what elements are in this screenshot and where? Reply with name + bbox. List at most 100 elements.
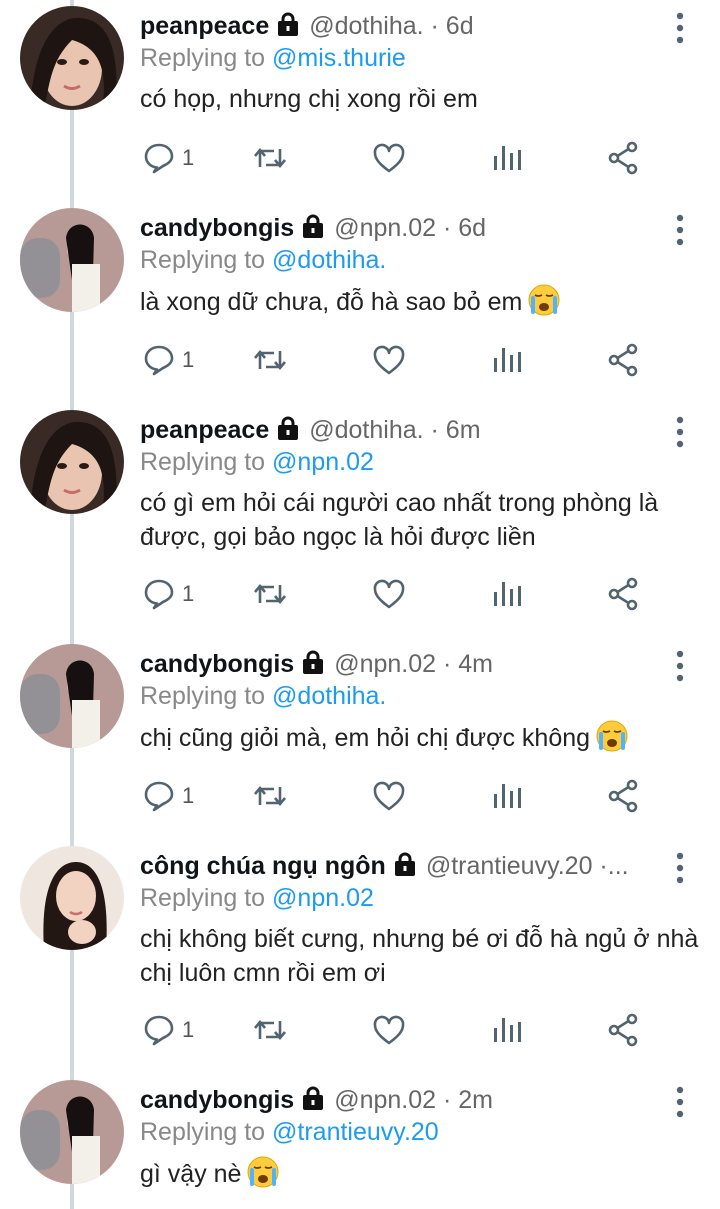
share-button[interactable] [606, 340, 640, 380]
like-button[interactable] [372, 340, 406, 380]
more-vertical-icon[interactable] [674, 214, 686, 246]
analytics-icon [492, 141, 522, 175]
replying-to: Replying to @trantieuvy.20 [140, 1112, 439, 1152]
retweet-button[interactable] [252, 340, 288, 380]
display-name[interactable]: peanpeace [140, 416, 269, 444]
retweet-icon [252, 1013, 288, 1047]
avatar[interactable] [20, 1080, 124, 1184]
display-name[interactable]: candybongis [140, 1086, 294, 1114]
reply-button[interactable]: 1 [142, 776, 194, 816]
tweet-text-content: gì vậy nè [140, 1160, 242, 1188]
share-button[interactable] [606, 1010, 640, 1050]
replying-to: Replying to @npn.02 [140, 442, 374, 482]
reply-tweet[interactable]: candybongis @npn.02 · 4m Replying to @doth… [0, 638, 720, 840]
replying-to-handle-link[interactable]: @npn.02 [272, 448, 374, 476]
share-button[interactable] [606, 574, 640, 614]
analytics-button[interactable] [492, 574, 522, 614]
retweet-button[interactable] [252, 1010, 288, 1050]
display-name[interactable]: peanpeace [140, 12, 269, 40]
like-icon [372, 779, 406, 813]
tweet-text: chị cũng giỏi mà, em hỏi chị được không [140, 720, 700, 761]
more-vertical-icon[interactable] [674, 650, 686, 682]
display-name[interactable]: công chúa ngụ ngôn [140, 852, 386, 880]
replying-to: Replying to @dothiha. [140, 240, 386, 280]
analytics-button[interactable] [492, 776, 522, 816]
more-vertical-icon[interactable] [674, 12, 686, 44]
reply-button[interactable]: 1 [142, 340, 194, 380]
analytics-icon [492, 1013, 522, 1047]
lock-icon [392, 849, 418, 886]
retweet-icon [252, 577, 288, 611]
analytics-button[interactable] [492, 138, 522, 178]
like-button[interactable] [372, 138, 406, 178]
retweet-icon [252, 343, 288, 377]
reply-button[interactable]: 1 [142, 138, 194, 178]
replying-to-handle-link[interactable]: @dothiha. [272, 246, 386, 274]
tweet-actions: 1 [140, 138, 660, 178]
display-name[interactable]: candybongis [140, 650, 294, 678]
reply-button[interactable]: 1 [142, 574, 194, 614]
retweet-button[interactable] [252, 138, 288, 178]
share-icon [606, 343, 640, 377]
like-button[interactable] [372, 776, 406, 816]
replying-to-handle-link[interactable]: @npn.02 [272, 884, 374, 912]
display-name[interactable]: candybongis [140, 214, 294, 242]
handle-and-time: @npn.02 · 4m [334, 650, 493, 678]
reply-tweet[interactable]: candybongis @npn.02 · 6d Replying to @doth… [0, 202, 720, 404]
tweet-text-content: có họp, nhưng chị xong rồi em [140, 85, 478, 113]
more-vertical-icon[interactable] [674, 1086, 686, 1118]
avatar[interactable] [20, 6, 124, 110]
reply-tweet[interactable]: công chúa ngụ ngôn @trantieuvy.20 ·... Rep… [0, 840, 720, 1074]
reply-tweet[interactable]: peanpeace @dothiha. · 6d Replying to @mis.… [0, 0, 720, 202]
share-button[interactable] [606, 138, 640, 178]
share-icon [606, 1013, 640, 1047]
tweet-actions: 1 [140, 1010, 660, 1050]
reply-icon [142, 577, 176, 611]
like-button[interactable] [372, 1010, 406, 1050]
handle-and-time: @dothiha. · 6d [309, 12, 474, 40]
tweet-actions: 1 [140, 776, 660, 816]
reply-count: 1 [182, 581, 195, 606]
replying-to-handle-link[interactable]: @dothiha. [272, 682, 386, 710]
tweet-actions: 1 [140, 574, 660, 614]
replying-to-label: Replying to [140, 246, 273, 274]
replying-to-label: Replying to [140, 1118, 273, 1146]
avatar[interactable] [20, 846, 124, 950]
tweet-text-content: là xong dữ chưa, đỗ hà sao bỏ em [140, 288, 523, 316]
replying-to-label: Replying to [140, 448, 273, 476]
more-vertical-icon[interactable] [674, 416, 686, 448]
tweet-text: có gì em hỏi cái người cao nhất trong ph… [140, 486, 700, 554]
analytics-button[interactable] [492, 340, 522, 380]
replying-to-handle-link[interactable]: @trantieuvy.20 [272, 1118, 439, 1146]
reply-tweet[interactable]: candybongis @npn.02 · 2m Replying to @tran… [0, 1074, 720, 1209]
like-icon [372, 141, 406, 175]
replying-to: Replying to @dothiha. [140, 676, 386, 716]
analytics-button[interactable] [492, 1010, 522, 1050]
like-icon [372, 1013, 406, 1047]
retweet-button[interactable] [252, 776, 288, 816]
reply-tweet[interactable]: peanpeace @dothiha. · 6m Replying to @npn.… [0, 404, 720, 638]
replying-to-label: Replying to [140, 682, 273, 710]
retweet-button[interactable] [252, 574, 288, 614]
reply-count: 1 [182, 783, 195, 808]
more-vertical-icon[interactable] [674, 852, 686, 884]
share-button[interactable] [606, 776, 640, 816]
replying-to: Replying to @npn.02 [140, 878, 374, 918]
tweet-text-content: chị cũng giỏi mà, em hỏi chị được không [140, 724, 591, 752]
share-icon [606, 141, 640, 175]
avatar[interactable] [20, 208, 124, 312]
handle-and-time: @dothiha. · 6m [309, 416, 481, 444]
reply-count: 1 [182, 347, 195, 372]
like-button[interactable] [372, 574, 406, 614]
reply-count: 1 [182, 1017, 195, 1042]
reply-icon [142, 141, 176, 175]
avatar[interactable] [20, 644, 124, 748]
analytics-icon [492, 779, 522, 813]
replying-to-handle-link[interactable]: @mis.thurie [272, 44, 406, 72]
share-icon [606, 779, 640, 813]
reply-count: 1 [182, 145, 195, 170]
reply-icon [142, 343, 176, 377]
analytics-icon [492, 343, 522, 377]
avatar[interactable] [20, 410, 124, 514]
reply-button[interactable]: 1 [142, 1010, 194, 1050]
